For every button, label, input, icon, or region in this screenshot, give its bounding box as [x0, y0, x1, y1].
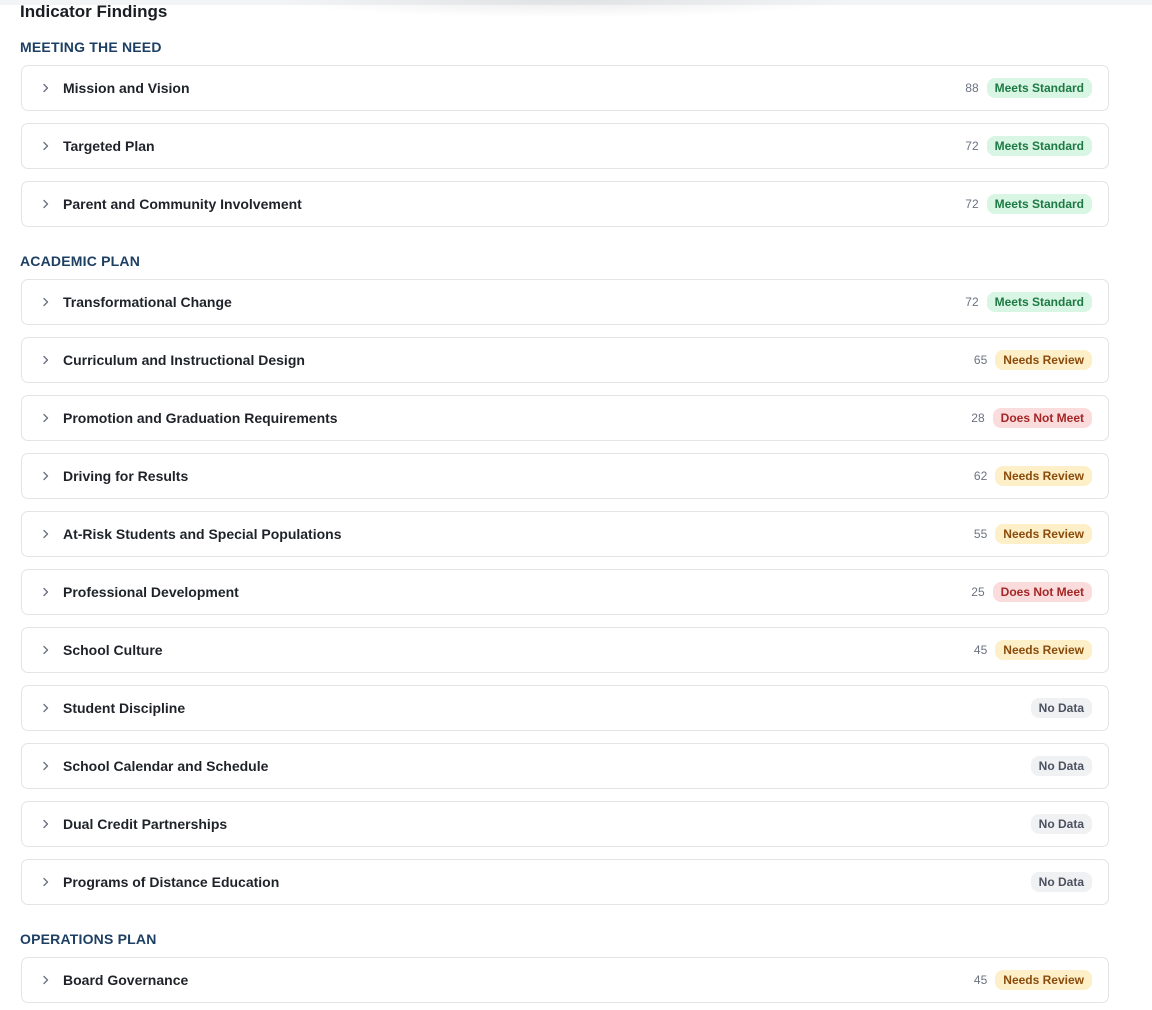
indicator-label: Targeted Plan	[63, 138, 155, 154]
chevron-right-icon	[40, 470, 52, 482]
chevron-right-icon	[40, 586, 52, 598]
indicator-score: 28	[971, 411, 985, 425]
indicator-label: Driving for Results	[63, 468, 189, 484]
indicator-score: 62	[973, 469, 988, 483]
status-badge: Needs Review	[995, 640, 1092, 660]
section-heading-operations-plan: OPERATIONS PLAN	[20, 931, 157, 947]
indicator-row[interactable]: At-Risk Students and Special Populations…	[21, 511, 1109, 557]
status-badge: Needs Review	[995, 970, 1092, 990]
indicator-row[interactable]: Parent and Community Involvement 72 Meets…	[21, 181, 1109, 227]
indicator-score: 45	[973, 973, 988, 987]
chevron-right-icon	[40, 528, 52, 540]
status-badge: Needs Review	[995, 466, 1092, 486]
indicator-label: Board Governance	[63, 972, 189, 988]
chevron-right-icon	[40, 82, 52, 94]
chevron-right-icon	[40, 198, 52, 210]
chevron-right-icon	[40, 644, 52, 656]
status-badge: No Data	[1030, 814, 1092, 834]
indicator-label: Professional Development	[63, 584, 239, 600]
chevron-right-icon	[40, 702, 52, 714]
indicator-label: Curriculum and Instructional Design	[63, 352, 305, 368]
indicator-label: School Culture	[63, 642, 163, 658]
indicator-row[interactable]: Board Governance 45 Needs Review	[21, 957, 1109, 1003]
indicator-row[interactable]: Promotion and Graduation Requirements 28…	[21, 395, 1109, 441]
indicator-row[interactable]: School Culture 45 Needs Review	[21, 627, 1109, 673]
status-badge: Meets Standard	[986, 78, 1092, 98]
chevron-right-icon	[40, 296, 52, 308]
status-badge: Meets Standard	[986, 194, 1092, 214]
indicator-row[interactable]: Driving for Results 62 Needs Review	[21, 453, 1109, 499]
indicator-label: Mission and Vision	[63, 80, 190, 96]
chevron-right-icon	[40, 760, 52, 772]
section-heading-meeting-the-need: MEETING THE NEED	[20, 39, 162, 55]
section-heading-academic-plan: ACADEMIC PLAN	[20, 253, 141, 269]
indicator-score: 72	[965, 295, 979, 309]
indicator-row[interactable]: Targeted Plan 72 Meets Standard	[21, 123, 1109, 169]
indicator-label: School Calendar and Schedule	[63, 758, 269, 774]
indicator-score: 55	[973, 527, 988, 541]
chevron-right-icon	[40, 354, 52, 366]
indicator-row[interactable]: Dual Credit Partnerships No Data	[21, 801, 1109, 847]
status-badge: Meets Standard	[986, 136, 1092, 156]
status-badge: No Data	[1030, 872, 1092, 892]
status-badge: No Data	[1030, 698, 1092, 718]
indicator-row[interactable]: Professional Development 25 Does Not Meet	[21, 569, 1109, 615]
indicator-row[interactable]: Student Discipline No Data	[21, 685, 1109, 731]
status-badge: Meets Standard	[986, 292, 1092, 312]
top-scroll-shadow	[270, 0, 860, 18]
indicator-row[interactable]: School Calendar and Schedule No Data	[21, 743, 1109, 789]
indicator-score: 65	[973, 353, 988, 367]
indicator-score: 88	[965, 81, 979, 95]
indicator-row[interactable]: Programs of Distance Education No Data	[21, 859, 1109, 905]
indicator-score: 45	[973, 643, 988, 657]
indicator-label: Dual Credit Partnerships	[63, 816, 228, 832]
chevron-right-icon	[40, 974, 52, 986]
indicator-label: Transformational Change	[63, 294, 232, 310]
chevron-right-icon	[40, 412, 52, 424]
status-badge: Does Not Meet	[992, 582, 1092, 602]
indicator-label: At-Risk Students and Special Populations	[63, 526, 342, 542]
indicator-label: Parent and Community Involvement	[63, 196, 302, 212]
chevron-right-icon	[40, 876, 52, 888]
page-title: Indicator Findings	[20, 2, 168, 21]
indicator-label: Student Discipline	[63, 700, 186, 716]
status-badge: Needs Review	[995, 524, 1092, 544]
indicator-score: 72	[965, 139, 979, 153]
indicator-row[interactable]: Transformational Change 72 Meets Standard	[21, 279, 1109, 325]
indicator-score: 25	[971, 585, 985, 599]
indicator-row[interactable]: Mission and Vision 88 Meets Standard	[21, 65, 1109, 111]
status-badge: Does Not Meet	[992, 408, 1092, 428]
indicator-row[interactable]: Curriculum and Instructional Design 65 Ne…	[21, 337, 1109, 383]
chevron-right-icon	[40, 140, 52, 152]
chevron-right-icon	[40, 818, 52, 830]
indicator-label: Promotion and Graduation Requirements	[63, 410, 338, 426]
status-badge: Needs Review	[995, 350, 1092, 370]
indicator-score: 72	[965, 197, 979, 211]
status-badge: No Data	[1030, 756, 1092, 776]
indicator-label: Programs of Distance Education	[63, 874, 280, 890]
